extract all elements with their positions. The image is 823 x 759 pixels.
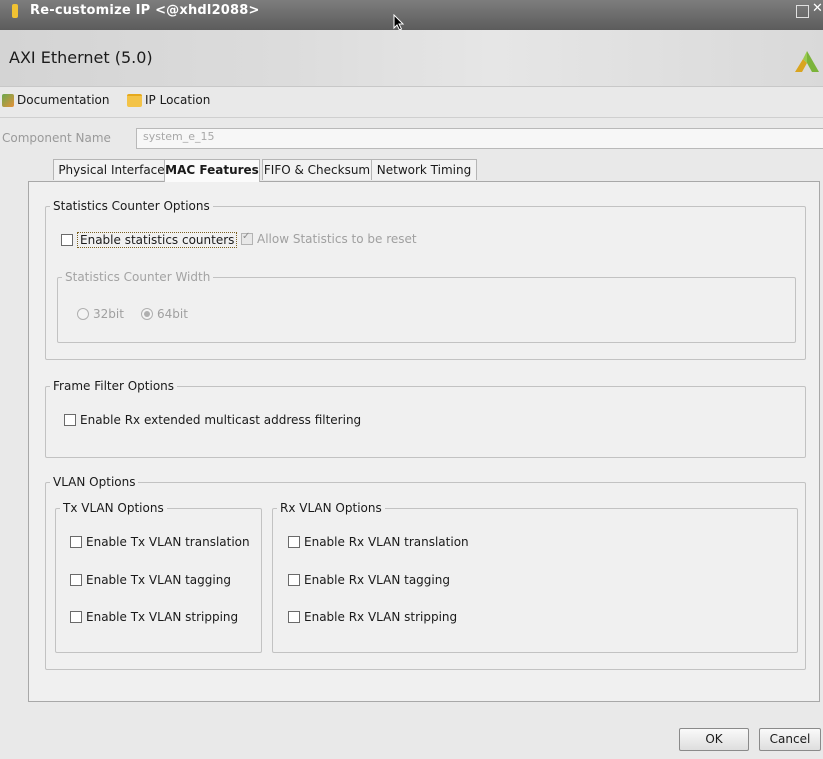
radio-32bit-label: 32bit	[93, 307, 124, 321]
statistics-counter-group: Statistics Counter Options Enable statis…	[45, 198, 806, 360]
enable-statistics-label: Enable statistics counters	[77, 232, 238, 248]
link-bar: Documentation IP Location	[0, 88, 823, 114]
tx-vlan-translation-checkbox[interactable]: Enable Tx VLAN translation	[70, 535, 250, 549]
rx-vlan-stripping-label: Enable Rx VLAN stripping	[304, 610, 458, 624]
tx-vlan-stripping-checkbox[interactable]: Enable Tx VLAN stripping	[70, 610, 238, 624]
vlan-options-group: VLAN Options Tx VLAN Options Enable Tx V…	[45, 474, 806, 670]
ip-location-link[interactable]: IP Location	[127, 93, 210, 107]
vlan-options-legend: VLAN Options	[50, 474, 139, 490]
rx-vlan-legend: Rx VLAN Options	[277, 500, 385, 516]
maximize-icon[interactable]	[796, 5, 809, 18]
rx-vlan-group: Rx VLAN Options Enable Rx VLAN translati…	[272, 500, 798, 653]
rx-vlan-tagging-checkbox[interactable]: Enable Rx VLAN tagging	[288, 573, 450, 587]
window-title-bar[interactable]: Re-customize IP <@xhdl2088> ✕	[0, 0, 823, 30]
rx-multicast-checkbox[interactable]: Enable Rx extended multicast address fil…	[64, 413, 361, 427]
close-icon[interactable]: ✕	[812, 2, 823, 15]
tx-vlan-translation-label: Enable Tx VLAN translation	[86, 535, 250, 549]
checkbox-icon	[70, 574, 82, 586]
documentation-link[interactable]: Documentation	[2, 93, 110, 107]
enable-statistics-checkbox[interactable]: Enable statistics counters	[61, 232, 238, 248]
rx-vlan-stripping-checkbox[interactable]: Enable Rx VLAN stripping	[288, 610, 457, 624]
documentation-label: Documentation	[17, 93, 110, 107]
ip-title: AXI Ethernet (5.0)	[9, 48, 153, 67]
radio-icon	[77, 308, 89, 320]
checkbox-icon	[61, 234, 73, 246]
allow-reset-checkbox[interactable]: Allow Statistics to be reset	[241, 231, 417, 246]
tx-vlan-stripping-label: Enable Tx VLAN stripping	[86, 610, 239, 624]
app-icon	[12, 4, 18, 18]
rx-vlan-translation-checkbox[interactable]: Enable Rx VLAN translation	[288, 535, 469, 549]
tab-mac-features[interactable]: MAC Features	[164, 159, 260, 182]
tx-vlan-tagging-checkbox[interactable]: Enable Tx VLAN tagging	[70, 573, 231, 587]
ip-location-label: IP Location	[145, 93, 211, 107]
checkbox-icon	[64, 414, 76, 426]
frame-filter-legend: Frame Filter Options	[50, 378, 178, 394]
allow-reset-label: Allow Statistics to be reset	[257, 232, 417, 246]
radio-selected-icon	[141, 308, 153, 320]
tx-vlan-tagging-label: Enable Tx VLAN tagging	[86, 573, 231, 587]
divider	[0, 117, 823, 118]
statistics-width-legend: Statistics Counter Width	[62, 269, 214, 285]
tab-fifo-checksum[interactable]: FIFO & Checksum	[262, 159, 372, 180]
checkbox-icon	[70, 611, 82, 623]
cancel-button[interactable]: Cancel	[759, 728, 821, 751]
checkbox-icon	[288, 611, 300, 623]
tx-vlan-group: Tx VLAN Options Enable Tx VLAN translati…	[55, 500, 262, 653]
rx-vlan-tagging-label: Enable Rx VLAN tagging	[304, 573, 450, 587]
tab-physical-interface[interactable]: Physical Interface	[53, 159, 170, 180]
tab-network-timing[interactable]: Network Timing	[371, 159, 477, 180]
radio-64bit[interactable]: 64bit	[141, 307, 188, 321]
component-name-field[interactable]: system_e_15	[136, 128, 823, 149]
checkbox-icon	[288, 574, 300, 586]
tx-vlan-legend: Tx VLAN Options	[60, 500, 167, 516]
checkbox-icon	[70, 536, 82, 548]
component-name-label: Component Name	[2, 131, 111, 145]
checkbox-icon	[288, 536, 300, 548]
checkbox-checked-icon	[241, 231, 253, 245]
ip-header: AXI Ethernet (5.0)	[0, 30, 823, 87]
rx-multicast-label: Enable Rx extended multicast address fil…	[80, 413, 362, 427]
folder-icon	[127, 93, 142, 107]
statistics-counter-legend: Statistics Counter Options	[50, 198, 213, 214]
ok-button[interactable]: OK	[679, 728, 749, 751]
book-icon	[2, 93, 14, 107]
window-title: Re-customize IP <@xhdl2088>	[30, 3, 260, 18]
vendor-logo-icon	[795, 51, 819, 72]
radio-64bit-label: 64bit	[157, 307, 188, 321]
frame-filter-group: Frame Filter Options Enable Rx extended …	[45, 378, 806, 458]
mac-features-panel: Statistics Counter Options Enable statis…	[28, 181, 820, 702]
radio-32bit[interactable]: 32bit	[77, 307, 124, 321]
statistics-width-group: Statistics Counter Width 32bit 64bit	[57, 269, 796, 343]
rx-vlan-translation-label: Enable Rx VLAN translation	[304, 535, 469, 549]
